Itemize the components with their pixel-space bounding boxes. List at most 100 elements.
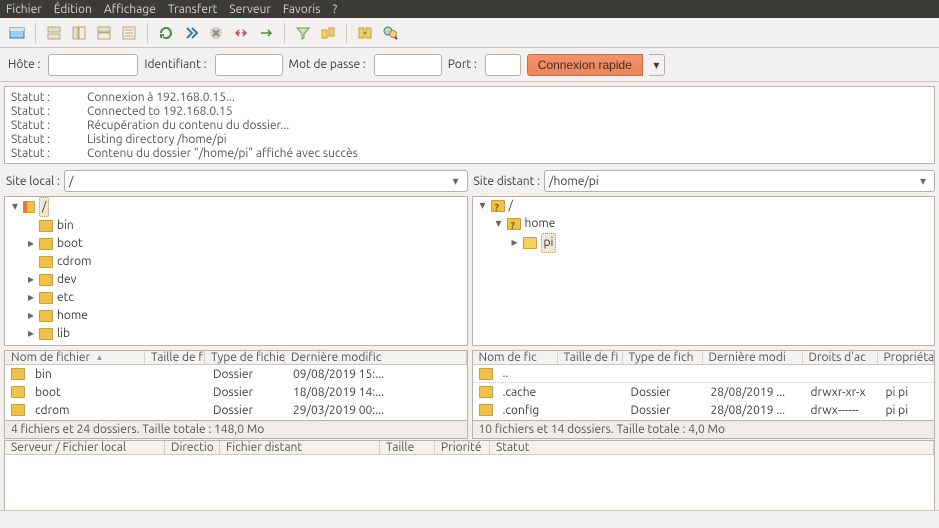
chevron-down-icon[interactable]: ▾	[916, 174, 930, 188]
header-size[interactable]: Taille	[380, 441, 435, 454]
tree-expander[interactable]: ▸	[509, 234, 521, 252]
remote-file-list[interactable]: .. .cache Dossier 28/08/2019 ... drwxr-x…	[472, 365, 936, 421]
header-type[interactable]: Type de fich	[623, 351, 703, 364]
compare-icon[interactable]	[317, 22, 339, 44]
header-remote-file[interactable]: Fichier distant	[220, 441, 380, 454]
tree-node[interactable]: lib	[57, 325, 70, 343]
tree-node[interactable]: bin	[57, 217, 74, 235]
cell-name: .config	[497, 404, 560, 417]
local-path-label: Site local :	[4, 175, 60, 188]
tree-node-root[interactable]: /	[39, 197, 49, 217]
cell-perm: drwx------	[805, 404, 880, 417]
tree-node-root[interactable]: /	[509, 197, 513, 215]
tree-node[interactable]: boot	[57, 235, 83, 253]
tree-node[interactable]: home	[525, 215, 556, 233]
folder-icon	[11, 368, 25, 380]
transfer-queue: Serveur / Fichier local Directio Fichier…	[4, 440, 935, 510]
menu-server[interactable]: Serveur	[229, 3, 271, 16]
list-item[interactable]: .cache Dossier 28/08/2019 ... drwxr-xr-x…	[473, 383, 935, 401]
site-manager-icon[interactable]	[6, 22, 28, 44]
toggle-queue-icon[interactable]	[118, 22, 140, 44]
host-input[interactable]	[48, 54, 138, 76]
tree-node[interactable]: home	[57, 307, 88, 325]
header-perm[interactable]: Droits d'ac	[803, 351, 878, 364]
list-item[interactable]: bin Dossier 09/08/2019 15:...	[5, 365, 467, 383]
remote-path-combo[interactable]: /home/pi ▾	[544, 170, 935, 192]
menu-bookmarks[interactable]: Favoris	[283, 3, 321, 16]
cell-date: 28/08/2019 ...	[705, 386, 805, 399]
menu-help[interactable]: ?	[332, 3, 337, 16]
tree-expander[interactable]: ▸	[25, 325, 37, 343]
list-item[interactable]: .config Dossier 28/08/2019 ... drwx-----…	[473, 401, 935, 419]
remote-path-value: /home/pi	[549, 175, 599, 188]
menu-file[interactable]: Fichier	[6, 3, 42, 16]
header-name[interactable]: Nom de fichier	[5, 351, 145, 364]
toggle-remote-tree-icon[interactable]	[93, 22, 115, 44]
folder-icon	[11, 386, 25, 398]
list-item-parent[interactable]: ..	[473, 365, 935, 383]
header-size[interactable]: Taille de fic	[145, 351, 205, 364]
local-tree[interactable]: ▾ / bin ▸ boot cdrom ▸ dev ▸ etc ▸ home ▸ lib	[4, 196, 468, 346]
folder-icon	[479, 404, 493, 416]
tree-expander[interactable]: ▾	[9, 198, 21, 216]
cell-type: Dossier	[625, 386, 705, 399]
tree-node[interactable]: etc	[57, 289, 74, 307]
folder-icon	[479, 386, 493, 398]
tree-node[interactable]: pi	[541, 233, 557, 253]
cell-date: 29/03/2019 00:...	[287, 404, 467, 417]
quickconnect-button[interactable]: Connexion rapide	[527, 54, 643, 76]
tree-expander[interactable]: ▾	[493, 215, 505, 233]
header-server[interactable]: Serveur / Fichier local	[5, 441, 165, 454]
quickconnect-dropdown[interactable]: ▾	[649, 54, 665, 76]
header-size[interactable]: Taille de fi	[558, 351, 623, 364]
local-file-list[interactable]: bin Dossier 09/08/2019 15:... boot Dossi…	[4, 365, 468, 421]
list-item[interactable]: boot Dossier 18/08/2019 14:...	[5, 383, 467, 401]
tree-expander[interactable]: ▸	[25, 271, 37, 289]
menu-view[interactable]: Affichage	[104, 3, 156, 16]
process-queue-icon[interactable]	[180, 22, 202, 44]
chevron-down-icon[interactable]: ▾	[449, 174, 463, 188]
header-name[interactable]: Nom de fic	[473, 351, 558, 364]
queue-list[interactable]	[4, 455, 935, 511]
filter-icon[interactable]	[292, 22, 314, 44]
header-direction[interactable]: Directio	[165, 441, 220, 454]
reconnect-icon[interactable]	[255, 22, 277, 44]
tree-node[interactable]: dev	[57, 271, 77, 289]
separator	[284, 23, 285, 43]
remote-status: 10 fichiers et 14 dossiers. Taille total…	[472, 421, 936, 439]
menu-edit[interactable]: Édition	[54, 3, 92, 16]
search-icon[interactable]	[379, 22, 401, 44]
sync-browse-icon[interactable]	[354, 22, 376, 44]
folder-icon	[523, 237, 537, 249]
remote-tree[interactable]: ▾/ ▾home ▸pi	[472, 196, 936, 346]
password-input[interactable]	[374, 54, 442, 76]
tree-node[interactable]: cdrom	[57, 253, 91, 271]
header-priority[interactable]: Priorité	[435, 441, 490, 454]
message-log[interactable]: Statut :Connexion à 192.168.0.15... Stat…	[4, 86, 935, 164]
menu-transfer[interactable]: Transfert	[168, 3, 217, 16]
header-type[interactable]: Type de fichier	[205, 351, 285, 364]
toggle-local-tree-icon[interactable]	[68, 22, 90, 44]
cancel-icon[interactable]	[205, 22, 227, 44]
port-input[interactable]	[485, 54, 521, 76]
refresh-icon[interactable]	[155, 22, 177, 44]
log-message: Connected to 192.168.0.15	[87, 105, 233, 119]
folder-icon	[39, 310, 53, 322]
tree-expander[interactable]: ▸	[25, 289, 37, 307]
tree-expander[interactable]: ▸	[25, 307, 37, 325]
user-input[interactable]	[215, 54, 283, 76]
local-status: 4 fichiers et 24 dossiers. Taille totale…	[4, 421, 468, 439]
local-pane: Site local : / ▾ ▾ / bin ▸ boot cdrom ▸ dev…	[4, 168, 468, 436]
disconnect-icon[interactable]	[230, 22, 252, 44]
tree-expander[interactable]: ▸	[25, 235, 37, 253]
port-label: Port :	[448, 58, 479, 71]
local-path-combo[interactable]: / ▾	[64, 170, 468, 192]
header-date[interactable]: Dernière modific	[285, 351, 467, 364]
toggle-log-icon[interactable]	[43, 22, 65, 44]
header-owner[interactable]: Propriétair	[878, 351, 935, 364]
header-status[interactable]: Statut	[490, 441, 934, 454]
cell-date: 28/08/2019 ...	[705, 404, 805, 417]
tree-expander[interactable]: ▾	[477, 197, 489, 215]
list-item[interactable]: cdrom Dossier 29/03/2019 00:...	[5, 401, 467, 419]
header-date[interactable]: Dernière modi	[703, 351, 803, 364]
